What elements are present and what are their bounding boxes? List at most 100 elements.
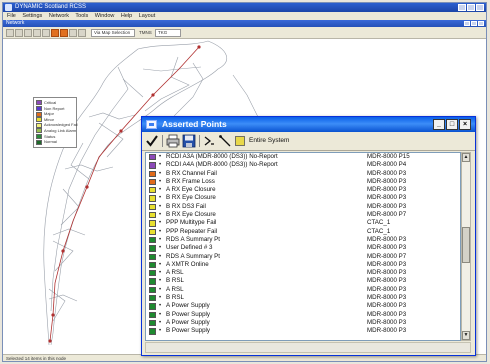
list-item[interactable]: • B Power Supply MDR-8000 P3: [146, 311, 460, 319]
bullet-icon: •: [159, 270, 162, 277]
list-item[interactable]: • B RX Frame Loss MDR-8000 P3: [146, 178, 460, 186]
menu-settings[interactable]: Settings: [22, 13, 42, 19]
point-description: B RSL: [166, 277, 184, 285]
point-description: B RX Eye Closure: [166, 211, 216, 219]
fit-view-button[interactable]: [42, 29, 50, 37]
dialog-title: Asserted Points: [162, 119, 227, 129]
point-source: MDR-8000 P3: [367, 310, 407, 318]
bullet-icon: •: [159, 311, 162, 318]
point-description: RCDI A3A (MDR-8000 (DS3)) No-Report: [166, 153, 278, 160]
map-toolbar: Via Map Selection TMNS TKG: [3, 27, 486, 39]
bullet-icon: •: [159, 319, 162, 326]
scroll-thumb[interactable]: [462, 227, 470, 263]
asserted-points-list[interactable]: • RCDI A3A (MDR-8000 (DS3)) No-Report MDR-…: [145, 152, 461, 341]
severity-swatch: [149, 253, 156, 260]
menu-help[interactable]: Help: [121, 13, 132, 19]
list-item[interactable]: • A Power Supply MDR-8000 P3: [146, 319, 460, 327]
app-maximize-button[interactable]: [467, 4, 475, 11]
highlight-button[interactable]: [234, 134, 246, 148]
site-field[interactable]: TKG: [155, 29, 181, 37]
horizontal-scrollbar[interactable]: [145, 342, 471, 353]
vertical-scrollbar[interactable]: ▲ ▼: [461, 152, 471, 341]
list-item[interactable]: • B RX DS3 Fail MDR-8000 P3: [146, 203, 460, 211]
pan-tool-button[interactable]: [33, 29, 41, 37]
severity-swatch: [149, 236, 156, 244]
severity-swatch: [149, 162, 156, 169]
checkmark-icon: [146, 135, 158, 147]
point-source: MDR-8000 P3: [367, 177, 407, 185]
properties-button[interactable]: [69, 29, 77, 37]
list-item[interactable]: • A RSL MDR-8000 P3: [146, 286, 460, 294]
menu-tools[interactable]: Tools: [75, 13, 88, 19]
dialog-maximize-button[interactable]: □: [446, 119, 458, 130]
legend-swatch: [36, 128, 42, 134]
scroll-up-button[interactable]: ▲: [462, 153, 470, 162]
alarm-filter-button[interactable]: [60, 29, 68, 37]
menu-window[interactable]: Window: [95, 13, 115, 19]
point-description: B Power Supply: [166, 310, 211, 318]
toolbar-separator: [162, 135, 163, 147]
list-item[interactable]: • A RSL MDR-8000 P3: [146, 269, 460, 277]
app-title: DYNAMIC Scotland RCSS: [15, 4, 87, 10]
menu-layout[interactable]: Layout: [139, 13, 156, 19]
app-minimize-button[interactable]: [458, 4, 466, 11]
point-description: RDS A Summary Pt: [166, 235, 220, 243]
diagonal-line-icon: [219, 135, 231, 147]
list-item[interactable]: • A XMTR Online MDR-8000 P3: [146, 261, 460, 269]
zoom-in-button[interactable]: [15, 29, 23, 37]
list-item[interactable]: • A RX Eye Closure MDR-8000 P3: [146, 186, 460, 194]
list-item[interactable]: • B Power Supply MDR-8000 P3: [146, 327, 460, 335]
alarm-legend: Critical Non Report Major Minor Acknowle…: [33, 97, 78, 148]
list-item[interactable]: • B RX Eye Closure MDR-8000 P7: [146, 211, 460, 219]
dialog-toolbar: Entire System: [142, 132, 475, 151]
point-source: MDR-8000 P3: [367, 302, 407, 310]
list-item[interactable]: • B RSL MDR-8000 P3: [146, 277, 460, 285]
dialog-title-bar: Asserted Points _ □ ×: [142, 117, 475, 132]
menu-network[interactable]: Network: [49, 13, 69, 19]
severity-swatch: [149, 170, 156, 177]
legend-swatch: [36, 139, 42, 145]
severity-swatch: [149, 154, 156, 161]
list-item[interactable]: • RDS A Summary Pt MDR-8000 P7: [146, 253, 460, 261]
point-description: B Power Supply: [166, 327, 211, 335]
dialog-close-button[interactable]: ×: [459, 119, 471, 130]
point-description: RCDI A4A (MDR-8000 (DS3)) No-Report: [166, 161, 278, 169]
list-item[interactable]: • User Defined # 3 MDR-8000 P3: [146, 244, 460, 252]
list-item[interactable]: • RCDI A3A (MDR-8000 (DS3)) No-Report MDR-…: [146, 153, 460, 161]
list-item[interactable]: • B RX Eye Closure MDR-8000 P3: [146, 194, 460, 202]
app-close-button[interactable]: [476, 4, 484, 11]
print-button[interactable]: [166, 134, 180, 148]
point-source: MDR-8000 P3: [367, 318, 407, 326]
select-tool-button[interactable]: [6, 29, 14, 37]
point-source: MDR-8000 P3: [367, 186, 407, 194]
asserted-points-dialog: Asserted Points _ □ × Entire System • RCD…: [141, 116, 476, 356]
list-item[interactable]: • RDS A Summary Pt MDR-8000 P3: [146, 236, 460, 244]
bullet-icon: •: [159, 286, 162, 293]
list-item[interactable]: • RCDI A4A (MDR-8000 (DS3)) No-Report MDR-…: [146, 161, 460, 169]
point-source: MDR-8000 P4: [367, 161, 407, 169]
severity-swatch: [149, 311, 156, 318]
list-item[interactable]: • PPP Multitype Fail CTAC_1: [146, 219, 460, 227]
alarm-view-button[interactable]: [51, 29, 59, 37]
map-selection-field[interactable]: Via Map Selection: [91, 29, 135, 37]
filter-button[interactable]: [218, 134, 232, 148]
acknowledge-button[interactable]: [145, 134, 159, 148]
severity-swatch: [149, 212, 156, 219]
refresh-button[interactable]: [78, 29, 86, 37]
severity-swatch: [149, 178, 156, 186]
dialog-minimize-button[interactable]: _: [433, 119, 445, 130]
map-minimize-button[interactable]: [464, 21, 470, 26]
list-item[interactable]: • PPP Repeater Fail CTAC_1: [146, 228, 460, 236]
point-description: B RX Frame Loss: [166, 177, 215, 185]
zoom-out-button[interactable]: [24, 29, 32, 37]
point-source: MDR-8000 P3: [367, 235, 407, 243]
save-button[interactable]: [182, 134, 196, 148]
sort-button[interactable]: [202, 134, 216, 148]
list-item[interactable]: • B RSL MDR-8000 P3: [146, 294, 460, 302]
list-item[interactable]: • A Power Supply MDR-8000 P3: [146, 302, 460, 310]
list-item[interactable]: • B RX Channel Fail MDR-8000 P3: [146, 170, 460, 178]
menu-file[interactable]: File: [7, 13, 16, 19]
map-maximize-button[interactable]: [471, 21, 477, 26]
scroll-down-button[interactable]: ▼: [462, 331, 470, 340]
map-close-button[interactable]: [478, 21, 484, 26]
